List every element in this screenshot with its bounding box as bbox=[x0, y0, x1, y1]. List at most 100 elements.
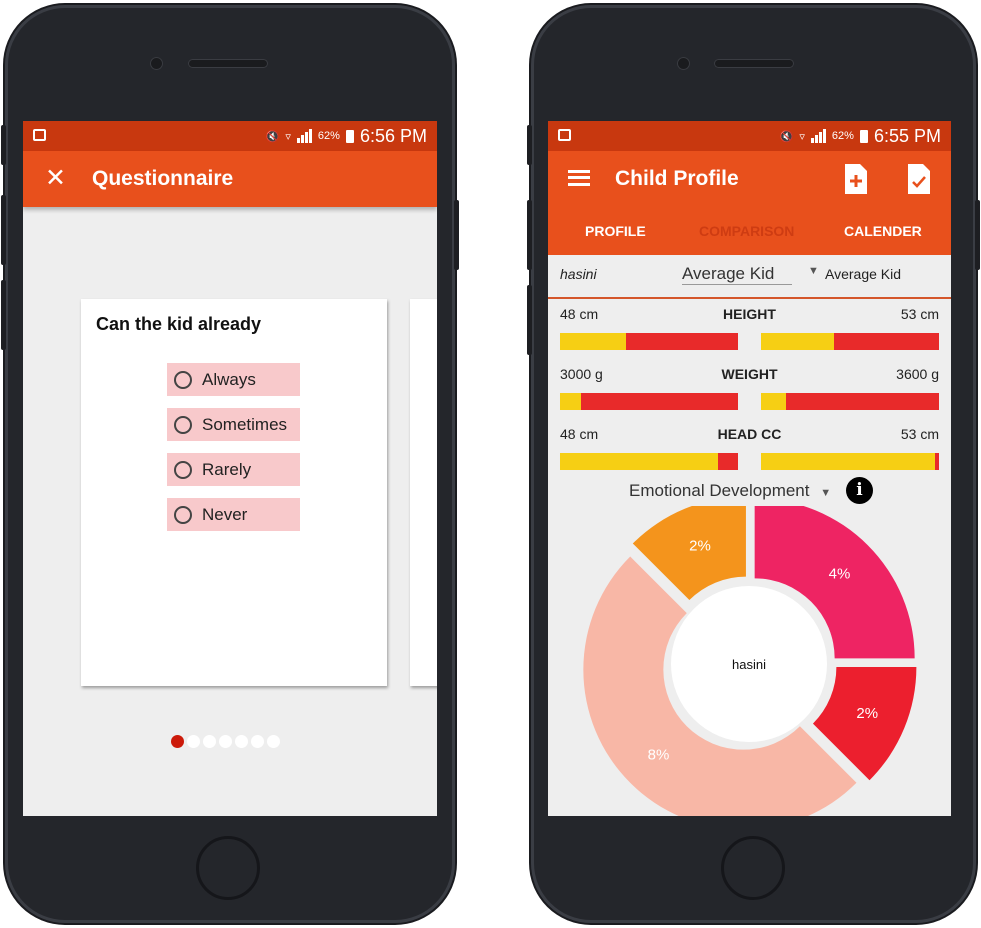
question-card: Can the kid already Always Sometimes Rar… bbox=[81, 299, 387, 686]
front-camera bbox=[677, 57, 690, 70]
volume-down-button bbox=[527, 285, 532, 355]
earpiece-speaker bbox=[188, 59, 268, 68]
category-select[interactable]: Emotional Development ▼ bbox=[629, 481, 831, 501]
tab-calender[interactable]: CALENDER bbox=[844, 223, 922, 239]
tab-bar: PROFILE COMPARISON CALENDER bbox=[548, 207, 951, 255]
volume-up-button bbox=[527, 200, 532, 270]
page-dot[interactable] bbox=[235, 735, 248, 748]
volume-up-button bbox=[1, 195, 6, 265]
metric-right-bar bbox=[761, 333, 939, 350]
category-select-value: Emotional Development bbox=[629, 481, 810, 500]
page-dot[interactable] bbox=[267, 735, 280, 748]
right-phone: 🔇 ▿ 62% 6:55 PM Child Profile PROFILE CO… bbox=[527, 5, 980, 923]
right-screen: 🔇 ▿ 62% 6:55 PM Child Profile PROFILE CO… bbox=[548, 121, 951, 816]
mute-switch bbox=[527, 125, 532, 165]
metric-name: WEIGHT bbox=[721, 366, 778, 382]
option-sometimes[interactable]: Sometimes bbox=[167, 408, 300, 441]
gallery-notification-icon bbox=[558, 129, 571, 141]
option-label: Always bbox=[202, 369, 256, 389]
volume-down-button bbox=[1, 280, 6, 350]
radio-icon[interactable] bbox=[174, 505, 192, 524]
comparison-select-value: Average Kid bbox=[682, 264, 775, 283]
status-bar: 🔇 ▿ 62% 6:56 PM bbox=[23, 121, 437, 151]
mute-icon: 🔇 bbox=[265, 130, 280, 143]
checked-document-icon[interactable] bbox=[906, 163, 932, 195]
reference-select-value[interactable]: Average Kid bbox=[825, 266, 901, 282]
tab-profile[interactable]: PROFILE bbox=[585, 223, 646, 239]
power-button bbox=[975, 200, 980, 270]
radio-icon[interactable] bbox=[174, 370, 192, 389]
gallery-notification-icon bbox=[33, 129, 46, 141]
option-rarely[interactable]: Rarely bbox=[167, 453, 300, 486]
battery-percent: 62% bbox=[317, 130, 340, 142]
home-button[interactable] bbox=[196, 836, 260, 900]
option-always[interactable]: Always bbox=[167, 363, 300, 396]
page-dot[interactable] bbox=[251, 735, 264, 748]
metric-name: HEIGHT bbox=[723, 306, 776, 322]
child-name-label: hasini bbox=[560, 266, 597, 282]
page-title: Questionnaire bbox=[92, 167, 234, 190]
signal-icon bbox=[296, 129, 312, 143]
dropdown-arrow-icon: ▼ bbox=[820, 487, 832, 499]
donut-slice-label: 2% bbox=[856, 705, 878, 722]
mute-switch bbox=[1, 125, 6, 165]
close-icon[interactable]: ✕ bbox=[45, 164, 66, 192]
metric-left-bar-fill bbox=[560, 393, 582, 410]
signal-icon bbox=[810, 129, 826, 143]
radio-icon[interactable] bbox=[174, 415, 192, 434]
option-label: Never bbox=[202, 504, 248, 524]
earpiece-speaker bbox=[714, 59, 794, 68]
compare-header: hasini Average Kid ▼ Average Kid bbox=[548, 255, 951, 299]
left-phone: 🔇 ▿ 62% 6:56 PM ✕ Questionnaire Can the … bbox=[1, 5, 459, 923]
info-icon[interactable]: i bbox=[846, 477, 873, 504]
metric-right-value: 53 cm bbox=[900, 306, 939, 322]
metric-name: HEAD CC bbox=[717, 426, 782, 442]
page-title: Child Profile bbox=[615, 167, 739, 190]
metric-right-bar-fill bbox=[761, 333, 834, 350]
power-button bbox=[454, 200, 459, 270]
page-dot-active[interactable] bbox=[171, 735, 184, 748]
status-time: 6:55 PM bbox=[873, 125, 941, 146]
left-screen: 🔇 ▿ 62% 6:56 PM ✕ Questionnaire Can the … bbox=[23, 121, 437, 816]
status-bar: 🔇 ▿ 62% 6:55 PM bbox=[548, 121, 951, 151]
tab-comparison[interactable]: COMPARISON bbox=[699, 223, 794, 239]
menu-icon[interactable] bbox=[568, 170, 590, 186]
dropdown-arrow-icon[interactable]: ▼ bbox=[808, 265, 819, 277]
donut-slice-label: 4% bbox=[829, 565, 851, 582]
metric-right-bar bbox=[761, 393, 939, 410]
metric-right-value: 3600 g bbox=[896, 366, 939, 382]
home-button[interactable] bbox=[721, 836, 785, 900]
add-document-icon[interactable] bbox=[843, 163, 869, 195]
question-text: Can the kid already bbox=[96, 314, 262, 334]
app-bar: Child Profile bbox=[548, 151, 951, 207]
option-never[interactable]: Never bbox=[167, 498, 300, 531]
metric-right-bar-fill bbox=[761, 393, 786, 410]
page-dot[interactable] bbox=[187, 735, 200, 748]
donut-slice-label: 2% bbox=[689, 538, 711, 555]
page-dot[interactable] bbox=[203, 735, 216, 748]
metric-right-bar-fill bbox=[761, 453, 936, 470]
metric-right-value: 53 cm bbox=[900, 426, 939, 442]
mute-icon: 🔇 bbox=[779, 130, 794, 143]
donut-slice-label: 8% bbox=[648, 747, 670, 764]
donut-center-label: hasini bbox=[732, 657, 766, 672]
app-bar: ✕ Questionnaire bbox=[23, 151, 437, 207]
metric-left-bar bbox=[560, 333, 738, 350]
comparison-select[interactable]: Average Kid bbox=[682, 264, 793, 285]
front-camera bbox=[150, 57, 163, 70]
battery-icon bbox=[859, 129, 868, 143]
metric-left-bar-fill bbox=[560, 333, 626, 350]
page-indicator[interactable] bbox=[171, 735, 280, 748]
emotional-development-donut-chart: 4% 2% 8% 2% hasini bbox=[583, 506, 917, 816]
metric-left-bar-fill bbox=[560, 453, 719, 470]
page-dot[interactable] bbox=[219, 735, 232, 748]
status-time: 6:56 PM bbox=[359, 125, 427, 146]
option-label: Sometimes bbox=[202, 414, 288, 434]
radio-icon[interactable] bbox=[174, 460, 192, 479]
wifi-icon: ▿ bbox=[799, 130, 805, 143]
option-label: Rarely bbox=[202, 459, 252, 479]
metric-left-bar bbox=[560, 453, 738, 470]
metric-left-bar bbox=[560, 393, 738, 410]
wifi-icon: ▿ bbox=[285, 130, 291, 143]
next-question-card[interactable] bbox=[410, 299, 437, 686]
